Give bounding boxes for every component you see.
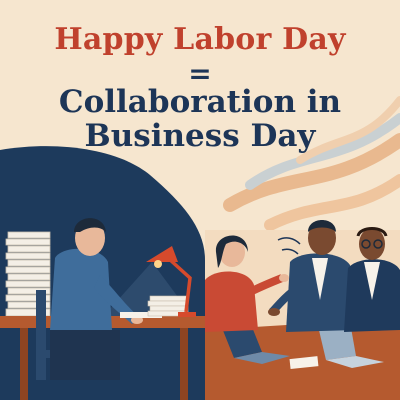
title-line-3: Business Day bbox=[84, 118, 316, 154]
title-line-1: Happy Labor Day bbox=[54, 22, 346, 57]
labor-day-poster: Happy Labor Day = Collaboration in Busin… bbox=[0, 0, 400, 400]
title-line-2: Collaboration in bbox=[58, 84, 342, 120]
